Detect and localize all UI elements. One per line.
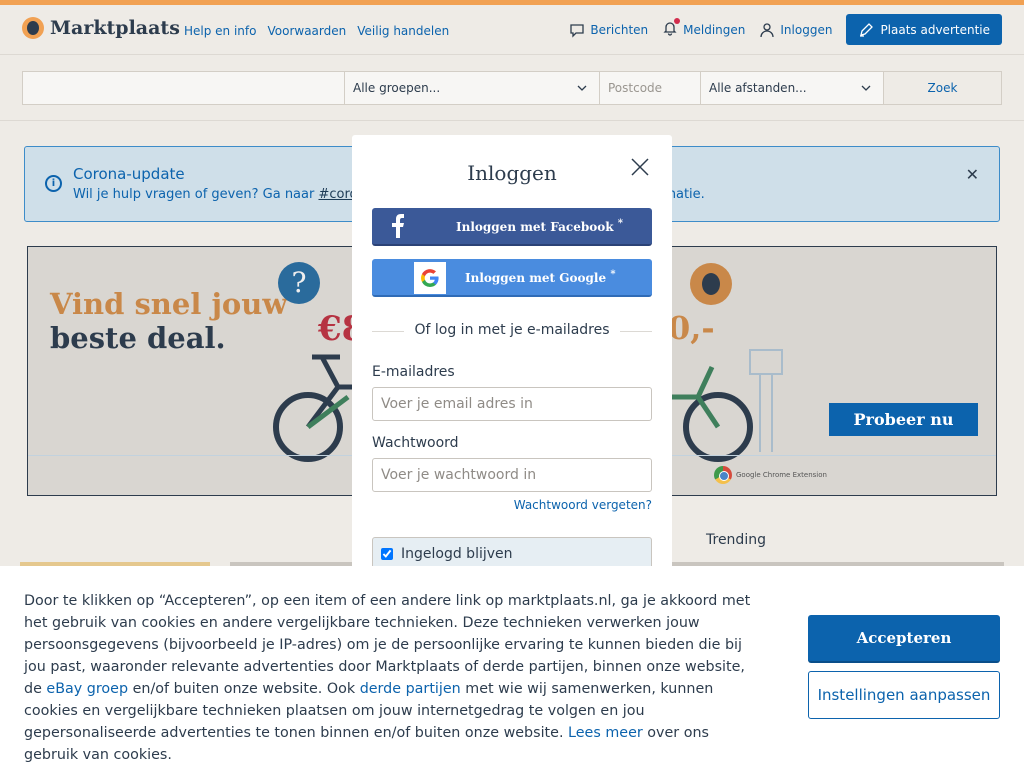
- login-label: Inloggen: [780, 22, 833, 37]
- terms-link[interactable]: Voorwaarden: [267, 24, 346, 38]
- facebook-login-label: Inloggen met Facebook: [456, 220, 614, 234]
- postcode-input[interactable]: Postcode: [599, 71, 701, 105]
- header-links: Help en info Voorwaarden Veilig handelen: [184, 24, 449, 38]
- cookie-settings-button[interactable]: Instellingen aanpassen: [808, 671, 1000, 719]
- search-input[interactable]: [22, 71, 345, 105]
- password-field[interactable]: [372, 458, 652, 492]
- user-icon: [760, 22, 775, 37]
- post-ad-button[interactable]: Plaats advertentie: [846, 14, 1002, 45]
- logo-text: Marktplaats: [50, 17, 180, 39]
- logo-icon: [22, 17, 44, 39]
- login-button[interactable]: Inloggen: [759, 22, 832, 38]
- cookie-text: Door te klikken op “Accepteren”, op een …: [24, 593, 751, 763]
- pencil-icon: [860, 22, 874, 37]
- question-mark-icon: ?: [278, 262, 320, 304]
- ad-cta-button[interactable]: Probeer nu: [829, 403, 978, 436]
- category-select[interactable]: Alle groepen...: [344, 71, 600, 105]
- close-icon[interactable]: [630, 157, 650, 177]
- close-icon[interactable]: ✕: [966, 165, 979, 184]
- ad-headline-1: Vind snel jouw: [50, 287, 288, 321]
- google-login-button[interactable]: Inloggen met Google *: [372, 259, 652, 297]
- messages-button[interactable]: Berichten: [569, 22, 648, 38]
- notifications-label: Meldingen: [683, 22, 746, 37]
- post-ad-label: Plaats advertentie: [880, 22, 990, 37]
- email-field[interactable]: [372, 387, 652, 421]
- google-icon: [414, 262, 446, 294]
- chrome-label: Google Chrome Extension: [736, 471, 827, 479]
- chrome-extension-badge: Google Chrome Extension: [714, 466, 827, 484]
- trending-tab[interactable]: Trending: [706, 532, 766, 548]
- facebook-login-button[interactable]: Inloggen met Facebook *: [372, 208, 652, 246]
- distance-select[interactable]: Alle afstanden...: [700, 71, 884, 105]
- chat-bubble-icon: [570, 23, 585, 38]
- bicycle-right-illustration: [668, 365, 753, 462]
- marktplaats-logo[interactable]: Marktplaats: [22, 17, 180, 39]
- facebook-icon: [372, 214, 424, 238]
- site-header: Marktplaats Help en info Voorwaarden Vei…: [0, 5, 1024, 55]
- accept-cookies-button[interactable]: Accepteren: [808, 615, 1000, 663]
- search-button[interactable]: Zoek: [883, 71, 1002, 105]
- password-label: Wachtwoord: [372, 435, 459, 451]
- login-modal: Inloggen Inloggen met Facebook * Inlogge…: [352, 135, 672, 575]
- safe-trading-link[interactable]: Veilig handelen: [357, 24, 449, 38]
- chevron-down-icon: [861, 85, 871, 91]
- category-selected: Alle groepen...: [353, 81, 441, 95]
- chrome-icon: [714, 466, 732, 484]
- email-label: E-mailadres: [372, 364, 455, 380]
- notification-dot: [674, 18, 681, 24]
- info-icon: i: [45, 175, 62, 192]
- cookie-consent-bar: Door te klikken op “Accepteren”, op een …: [0, 566, 1024, 768]
- modal-title: Inloggen: [467, 161, 557, 185]
- google-login-label: Inloggen met Google: [465, 271, 607, 285]
- help-link[interactable]: Help en info: [184, 24, 256, 38]
- remember-me-label: Ingelogd blijven: [401, 546, 513, 562]
- bell-icon: [662, 18, 681, 39]
- third-parties-link[interactable]: derde partijen: [360, 681, 461, 697]
- remember-me-checkbox[interactable]: [381, 548, 393, 560]
- chevron-down-icon: [577, 85, 587, 91]
- ad-price-2: 0,-: [668, 309, 715, 347]
- forgot-password-link[interactable]: Wachtwoord vergeten?: [514, 498, 652, 512]
- ebay-group-link[interactable]: eBay groep: [46, 681, 128, 697]
- ad-headline-2: beste deal.: [50, 321, 226, 355]
- messages-label: Berichten: [590, 22, 649, 37]
- read-more-link[interactable]: Lees meer: [568, 725, 643, 741]
- notifications-button[interactable]: Meldingen: [662, 18, 746, 39]
- marktplaats-logo-icon: [690, 263, 732, 305]
- search-bar: Alle groepen... Postcode Alle afstanden.…: [0, 56, 1024, 121]
- corona-title: Corona-update: [73, 165, 185, 183]
- header-toolbar: Berichten Meldingen Inloggen Plaats adve…: [569, 14, 1002, 45]
- signpost-illustration: [749, 349, 783, 452]
- divider-text: Of log in met je e-mailadres: [414, 322, 610, 338]
- distance-selected: Alle afstanden...: [709, 81, 807, 95]
